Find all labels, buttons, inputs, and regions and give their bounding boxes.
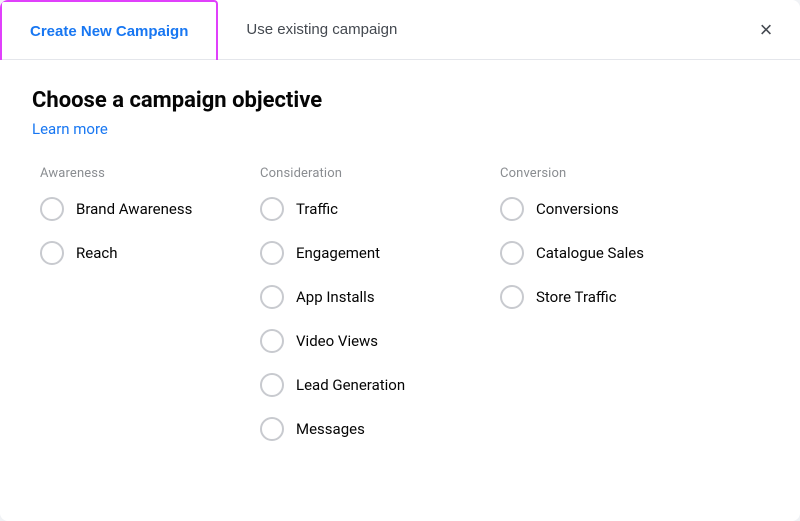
radio-engagement[interactable]	[260, 241, 284, 265]
radio-messages[interactable]	[260, 417, 284, 441]
label-video-views: Video Views	[296, 332, 378, 350]
close-button[interactable]: ×	[748, 12, 784, 48]
label-brand-awareness: Brand Awareness	[76, 200, 192, 218]
label-store-traffic: Store Traffic	[536, 288, 617, 306]
page-title: Choose a campaign objective	[32, 88, 768, 113]
objective-engagement[interactable]: Engagement	[260, 241, 484, 265]
learn-more-link[interactable]: Learn more	[32, 120, 108, 138]
column-consideration: Consideration Traffic Engagement App Ins…	[252, 166, 492, 461]
label-traffic: Traffic	[296, 200, 338, 218]
column-header-awareness: Awareness	[40, 166, 244, 181]
objectives-grid: Awareness Brand Awareness Reach Consider…	[32, 166, 768, 461]
objective-conversions[interactable]: Conversions	[500, 197, 724, 221]
tab-bar: Create New Campaign Use existing campaig…	[0, 0, 800, 60]
objective-lead-generation[interactable]: Lead Generation	[260, 373, 484, 397]
radio-catalogue-sales[interactable]	[500, 241, 524, 265]
label-messages: Messages	[296, 420, 365, 438]
modal-content: Choose a campaign objective Learn more A…	[0, 60, 800, 485]
radio-reach[interactable]	[40, 241, 64, 265]
radio-conversions[interactable]	[500, 197, 524, 221]
objective-video-views[interactable]: Video Views	[260, 329, 484, 353]
objective-catalogue-sales[interactable]: Catalogue Sales	[500, 241, 724, 265]
objective-brand-awareness[interactable]: Brand Awareness	[40, 197, 244, 221]
radio-store-traffic[interactable]	[500, 285, 524, 309]
radio-app-installs[interactable]	[260, 285, 284, 309]
column-conversion: Conversion Conversions Catalogue Sales S…	[492, 166, 732, 461]
tab-use-existing-campaign[interactable]: Use existing campaign	[218, 0, 425, 59]
radio-video-views[interactable]	[260, 329, 284, 353]
objective-messages[interactable]: Messages	[260, 417, 484, 441]
label-reach: Reach	[76, 244, 117, 262]
campaign-modal: Create New Campaign Use existing campaig…	[0, 0, 800, 521]
label-lead-generation: Lead Generation	[296, 376, 405, 394]
label-catalogue-sales: Catalogue Sales	[536, 244, 644, 262]
label-conversions: Conversions	[536, 200, 619, 218]
objective-traffic[interactable]: Traffic	[260, 197, 484, 221]
objective-app-installs[interactable]: App Installs	[260, 285, 484, 309]
radio-brand-awareness[interactable]	[40, 197, 64, 221]
column-header-conversion: Conversion	[500, 166, 724, 181]
radio-traffic[interactable]	[260, 197, 284, 221]
objective-store-traffic[interactable]: Store Traffic	[500, 285, 724, 309]
radio-lead-generation[interactable]	[260, 373, 284, 397]
column-awareness: Awareness Brand Awareness Reach	[32, 166, 252, 461]
tab-create-new-campaign[interactable]: Create New Campaign	[0, 0, 218, 60]
label-engagement: Engagement	[296, 244, 380, 262]
column-header-consideration: Consideration	[260, 166, 484, 181]
objective-reach[interactable]: Reach	[40, 241, 244, 265]
label-app-installs: App Installs	[296, 288, 375, 306]
